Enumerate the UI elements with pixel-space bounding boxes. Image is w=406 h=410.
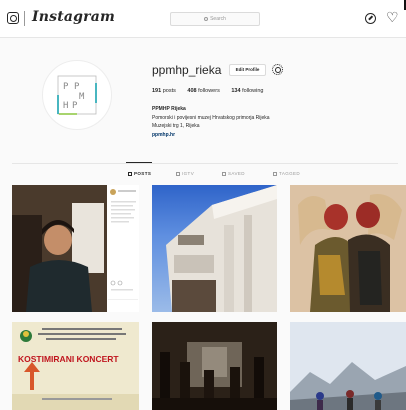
bio-line-1: Pomorski i povijesni muzej Hrvatskog pri… <box>152 114 270 121</box>
post-thumbnail[interactable] <box>12 185 139 312</box>
tag-icon <box>273 171 277 176</box>
post-image <box>152 322 277 410</box>
active-tab-indicator <box>126 162 152 163</box>
post-caption-text: KOSTIMIRANI KONCERT <box>18 354 119 364</box>
top-nav: Instagram Search ♡ <box>0 0 406 38</box>
post-image <box>290 185 406 312</box>
profile-full-name: PPMHP Rijeka <box>152 106 186 112</box>
stat-posts: 191 posts <box>152 88 176 94</box>
post-image <box>12 185 139 312</box>
tab-igtv[interactable]: IGTV <box>176 171 194 176</box>
edit-profile-button[interactable]: Edit Profile <box>229 64 266 76</box>
profile-avatar[interactable]: P P M H P <box>42 60 112 130</box>
profile-bio: PPMHP Rijeka Pomorski i povijesni muzej … <box>152 105 270 139</box>
logo-letter-4: H <box>63 101 68 111</box>
logo-letter-2: P <box>74 82 80 92</box>
profile-website-link[interactable]: ppmhp.hr <box>152 131 270 140</box>
search-icon <box>204 16 209 21</box>
tabs-divider <box>12 163 398 164</box>
bookmark-icon <box>222 171 226 176</box>
post-image <box>290 322 406 410</box>
post-thumbnail[interactable] <box>290 185 406 312</box>
stat-following[interactable]: 134 following <box>231 88 263 94</box>
settings-gear-icon[interactable] <box>272 64 283 75</box>
grid-icon <box>128 171 132 176</box>
nav-divider <box>24 11 25 26</box>
search-input[interactable]: Search <box>170 12 260 26</box>
logo-letter-5: P <box>72 101 78 111</box>
instagram-wordmark[interactable]: Instagram <box>32 9 115 25</box>
heart-icon[interactable]: ♡ <box>386 10 399 24</box>
bio-line-2: Muzejski trg 1, Rijeka <box>152 123 200 129</box>
tv-icon <box>176 171 180 176</box>
logo-letter-3: M <box>79 92 85 102</box>
post-thumbnail[interactable] <box>152 322 277 410</box>
camera-icon[interactable] <box>7 12 19 24</box>
profile-stats: 191 posts 408 followers 134 following <box>152 88 273 94</box>
post-thumbnail[interactable] <box>290 322 406 410</box>
logo-letter-1: P <box>63 82 69 92</box>
post-image <box>12 322 139 410</box>
post-image <box>166 185 277 312</box>
profile-username: ppmhp_rieka <box>152 63 222 77</box>
search-placeholder: Search <box>210 16 226 22</box>
tab-saved[interactable]: SAVED <box>222 171 245 176</box>
museum-logo: P P M H P <box>57 75 97 115</box>
tab-posts[interactable]: POSTS <box>128 171 151 176</box>
post-thumbnail[interactable]: KOSTIMIRANI KONCERT <box>12 322 139 410</box>
stat-followers[interactable]: 408 followers <box>187 88 219 94</box>
post-thumbnail[interactable] <box>152 185 277 312</box>
tab-tagged[interactable]: TAGGED <box>273 171 300 176</box>
compass-icon[interactable] <box>365 13 376 24</box>
